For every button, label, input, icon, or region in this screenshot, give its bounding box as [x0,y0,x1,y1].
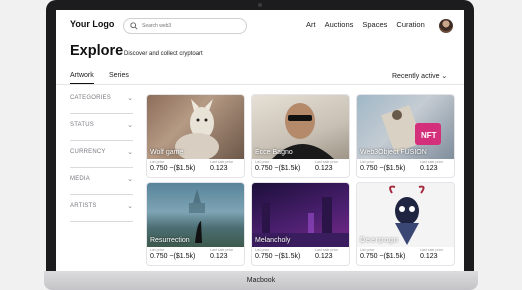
artwork-meta: List price Last sale price 0.750 ~($1.5k… [255,247,348,265]
search-bar[interactable] [123,18,247,34]
list-price-label: List price [150,248,165,252]
filter-label: CURRENCY [70,149,106,155]
tab-series[interactable]: Series [109,72,129,79]
nav-link-auctions[interactable]: Auctions [325,20,354,29]
nav-links: Art Auctions Spaces Curation [306,20,434,29]
list-price-value: 0.750 ~($1.5k) [360,253,406,260]
list-price-value: 0.750 ~($1.5k) [150,253,196,260]
filter-label: ARTISTS [70,203,97,209]
last-sale-label: Last sale price [420,160,444,164]
artwork-title: Wolf game [150,149,184,156]
artwork-image: Melancholy [252,183,349,247]
chevron-down-icon: ⌄ [127,95,133,102]
last-sale-value: 0.123 [315,165,333,172]
last-sale-value: 0.123 [210,165,228,172]
filter-media[interactable]: MEDIA ⌄ [70,168,133,195]
list-price-label: List price [360,248,375,252]
last-sale-value: 0.123 [210,253,228,260]
chevron-down-icon: ⌄ [127,203,133,210]
nav-link-curation[interactable]: Curation [396,20,424,29]
list-price-value: 0.750 ~($1.5k) [255,165,301,172]
filter-label: CATEGORIES [70,95,111,101]
list-price-label: List price [255,248,270,252]
tab-artwork[interactable]: Artwork [70,72,94,84]
laptop-frame: Your Logo Art Auctions Spaces Curation E… [46,0,474,276]
artwork-card[interactable]: Deerpogo List price Last sale price 0.75… [356,182,455,266]
list-price-value: 0.750 ~($1.5k) [360,165,406,172]
artwork-card[interactable]: Wolf game List price Last sale price 0.7… [146,94,245,178]
artwork-meta: List price Last sale price 0.750 ~($1.5k… [150,159,243,177]
nav-link-art[interactable]: Art [306,20,316,29]
filter-currency[interactable]: CURRENCY ⌄ [70,141,133,168]
filter-label: MEDIA [70,176,91,182]
filter-label: STATUS [70,122,94,128]
search-icon [130,22,138,30]
filter-artists[interactable]: ARTISTS ⌄ [70,195,133,222]
chevron-down-icon: ⌄ [127,149,133,156]
artwork-card[interactable]: Melancholy List price Last sale price 0.… [251,182,350,266]
last-sale-value: 0.123 [315,253,333,260]
avatar[interactable] [439,19,453,33]
list-price-value: 0.750 ~($1.5k) [255,253,301,260]
list-price-label: List price [150,160,165,164]
camera [258,3,262,7]
search-input[interactable] [142,23,242,29]
artwork-image: Deerpogo [357,183,454,247]
list-price-value: 0.750 ~($1.5k) [150,165,196,172]
artwork-meta: List price Last sale price 0.750 ~($1.5k… [150,247,243,265]
device-label: Macbook [246,277,276,284]
last-sale-value: 0.123 [420,253,438,260]
last-sale-value: 0.123 [420,165,438,172]
artwork-card[interactable]: Resurrection List price Last sale price … [146,182,245,266]
filter-status[interactable]: STATUS ⌄ [70,114,133,141]
sort-dropdown[interactable]: Recently active ⌄ [392,72,447,80]
screen: Your Logo Art Auctions Spaces Curation E… [56,10,464,272]
artwork-title: Deerpogo [360,237,399,244]
filter-categories[interactable]: CATEGORIES ⌄ [70,87,133,114]
artwork-card[interactable]: NFT Web3Object FUSION List price Last sa… [356,94,455,178]
artwork-meta: List price Last sale price 0.750 ~($1.5k… [360,159,453,177]
page-subtitle: Discover and collect cryptoart [124,51,203,57]
artwork-title: Web3Object FUSION [360,149,427,156]
artwork-meta: List price Last sale price 0.750 ~($1.5k… [360,247,453,265]
chevron-down-icon: ⌄ [127,176,133,183]
last-sale-label: Last sale price [315,160,339,164]
page-title: Explore [70,43,124,59]
list-price-label: List price [360,160,375,164]
artwork-title: Melancholy [255,237,291,244]
last-sale-label: Last sale price [315,248,339,252]
tabs-divider [56,84,464,85]
last-sale-label: Last sale price [420,248,444,252]
logo[interactable]: Your Logo [70,19,114,29]
artwork-card[interactable]: Ecce Bagno List price Last sale price 0.… [251,94,350,178]
laptop-base: Macbook [44,271,478,290]
artwork-title: Ecce Bagno [255,149,293,156]
chevron-down-icon: ⌄ [127,122,133,129]
last-sale-label: Last sale price [210,248,234,252]
artwork-meta: List price Last sale price 0.750 ~($1.5k… [255,159,348,177]
top-nav: Your Logo Art Auctions Spaces Curation [56,10,464,42]
list-price-label: List price [255,160,270,164]
artwork-title: Resurrection [150,237,190,244]
artwork-image: NFT Web3Object FUSION [357,95,454,159]
last-sale-label: Last sale price [210,160,234,164]
artwork-image: Wolf game [147,95,244,159]
artwork-image: Ecce Bagno [252,95,349,159]
nav-link-spaces[interactable]: Spaces [362,20,387,29]
artwork-image: Resurrection [147,183,244,247]
svg-text:NFT: NFT [421,131,437,140]
